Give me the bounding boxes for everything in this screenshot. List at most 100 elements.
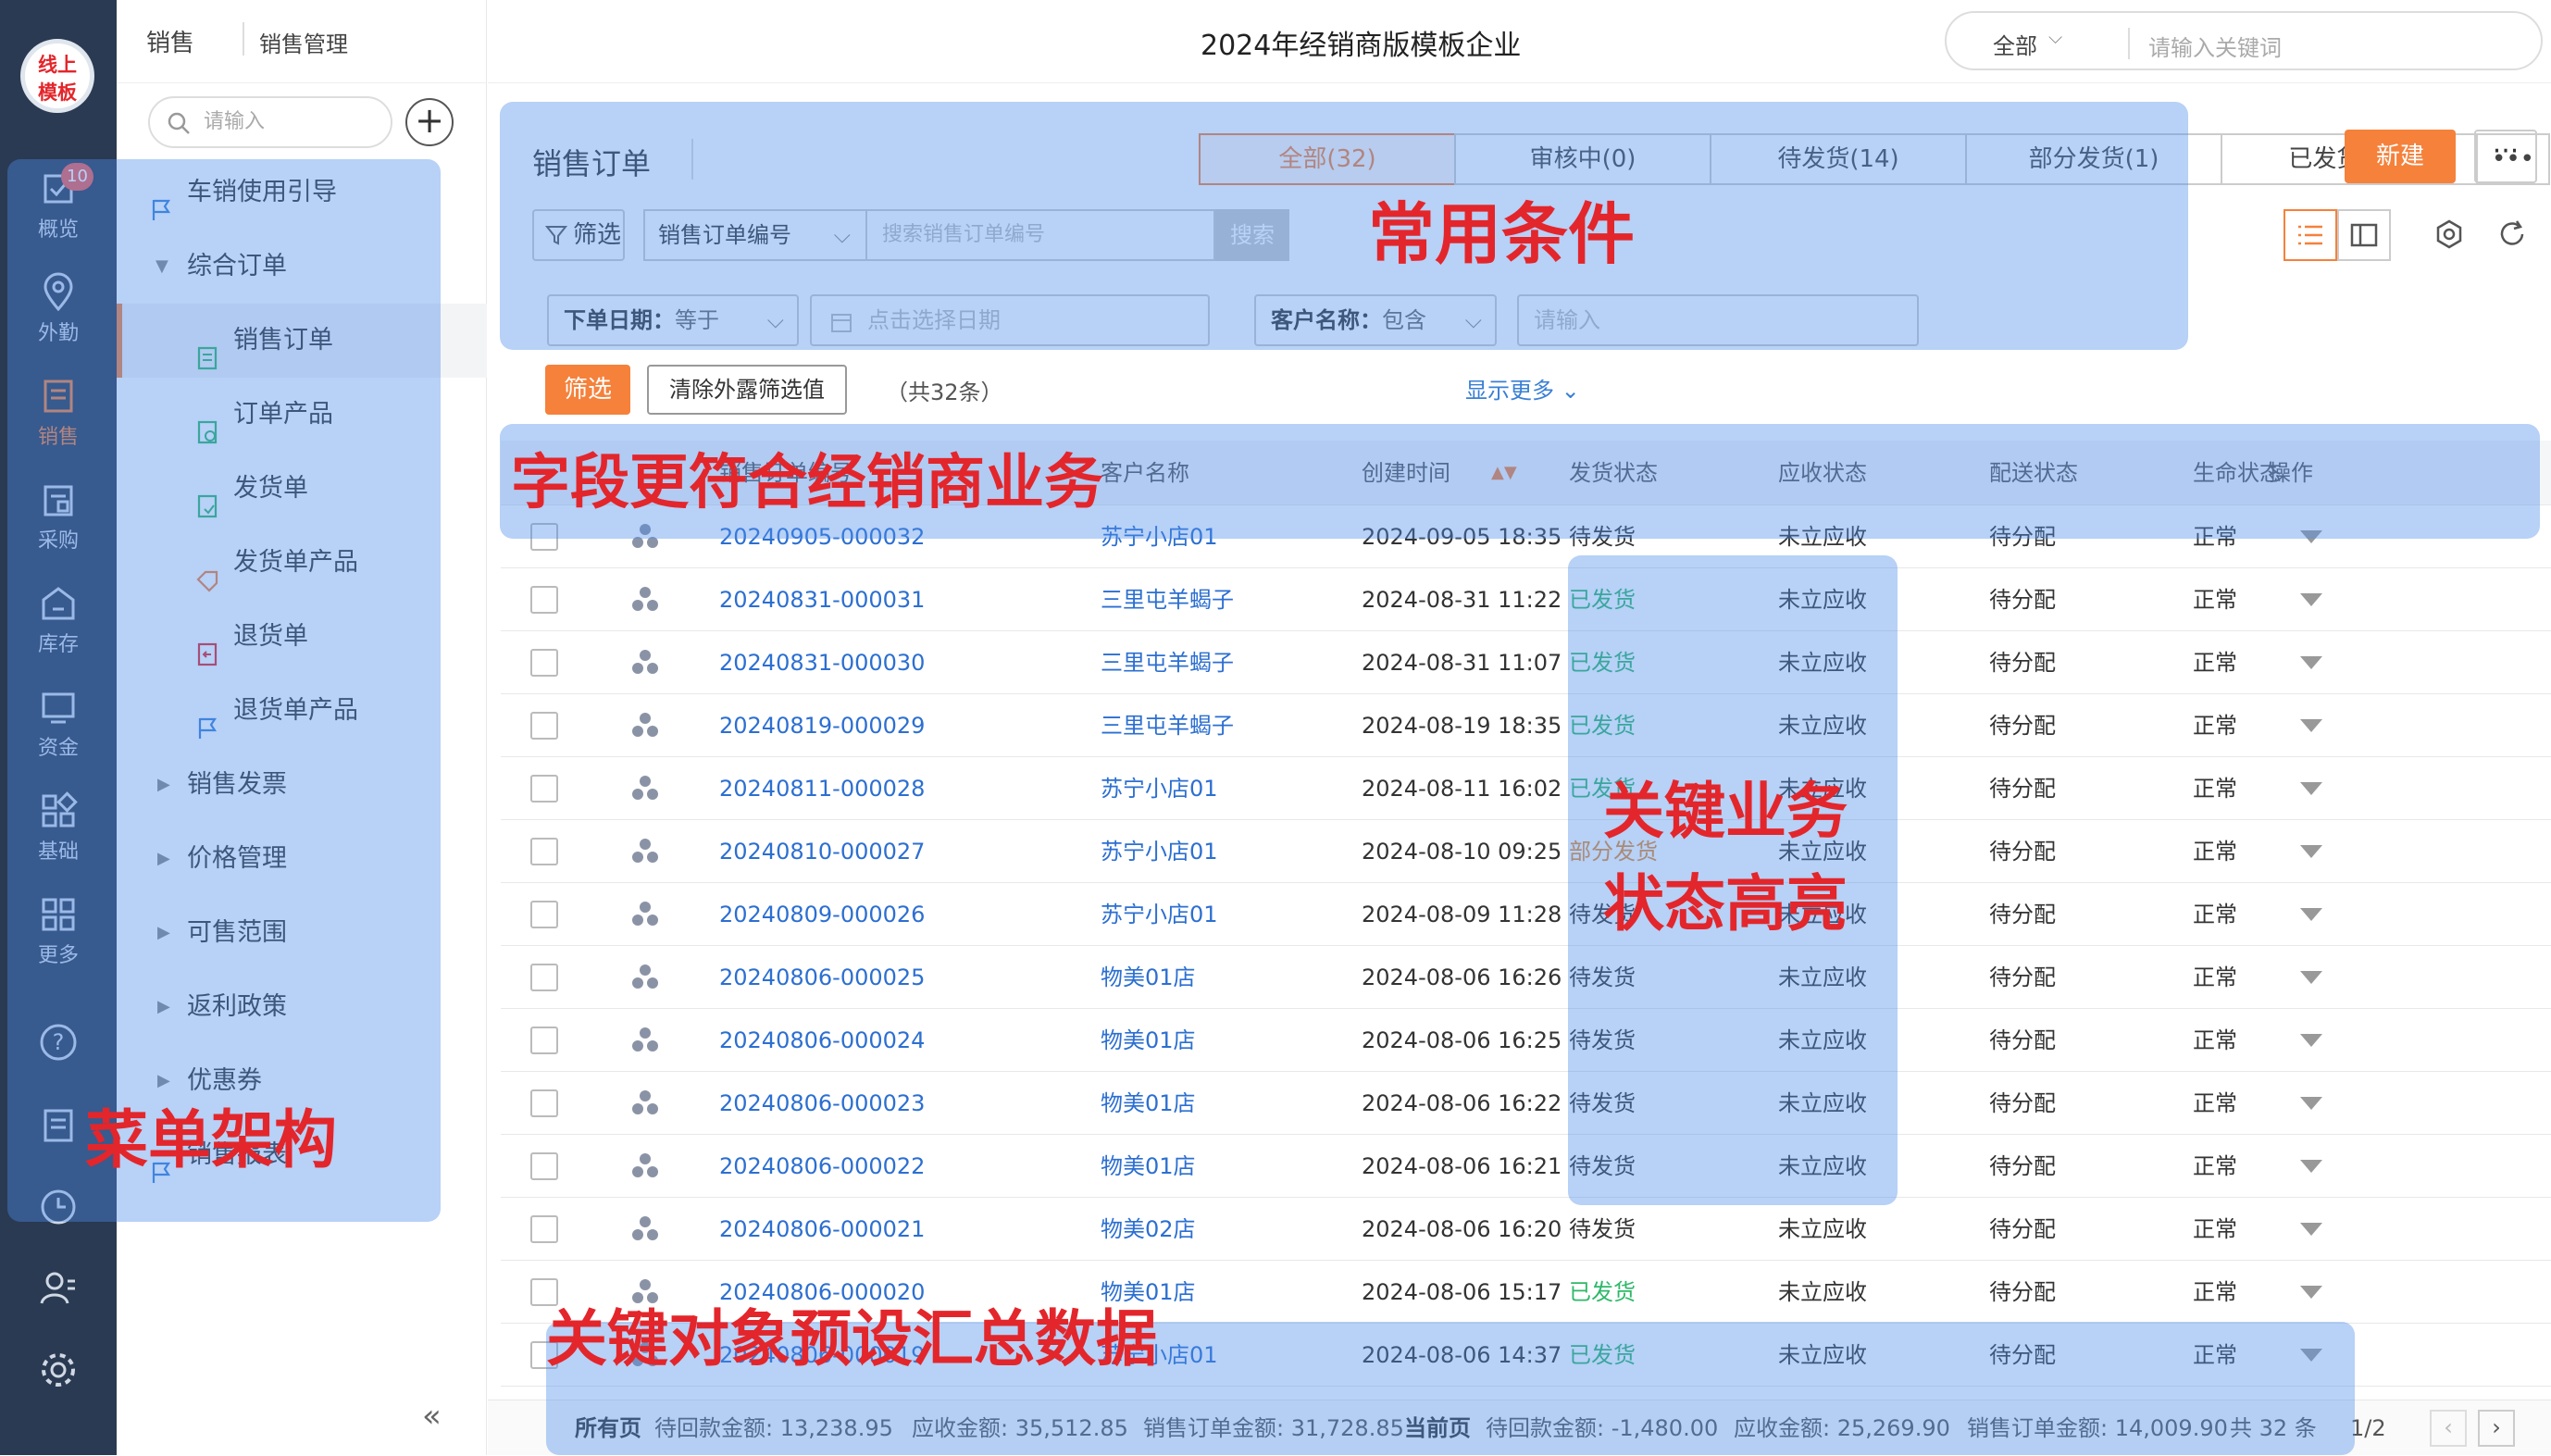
row-action-dropdown-icon[interactable] [2300, 1286, 2322, 1299]
row-action-dropdown-icon[interactable] [2300, 1034, 2322, 1047]
customer-name[interactable]: 物美01店 [1101, 1072, 1196, 1135]
row-checkbox[interactable] [530, 1152, 558, 1180]
breadcrumb-sales[interactable]: 销售 [146, 24, 194, 58]
annotation-status-line1: 关键业务 [1603, 776, 1848, 847]
table-row[interactable]: 20240806-000021 物美02店 2024-08-06 16:20 待发货 未… [501, 1198, 2551, 1261]
table-row[interactable]: 20240809-000026 苏宁小店01 2024-08-09 11:28 待发货… [501, 883, 2551, 946]
menu-search-input[interactable]: 请输入 [148, 96, 392, 148]
company-logo[interactable]: 线上 模板 [20, 39, 94, 113]
new-order-button[interactable]: 新建 [2345, 130, 2456, 183]
refresh-icon[interactable] [2496, 218, 2528, 254]
row-checkbox[interactable] [530, 649, 558, 677]
breadcrumb-sales-management[interactable]: 销售管理 [259, 26, 348, 58]
row-checkbox[interactable] [530, 712, 558, 740]
life-status: 正常 [2193, 839, 2237, 865]
row-action-dropdown-icon[interactable] [2300, 656, 2322, 669]
row-checkbox[interactable] [530, 1089, 558, 1117]
row-action-dropdown-icon[interactable] [2300, 845, 2322, 858]
order-number[interactable]: 20240819-000029 [719, 694, 925, 757]
receivable-status: 未立应收 [1778, 1216, 1867, 1242]
table-row[interactable]: 20240831-000030 三里屯羊蝎子 2024-08-31 11:07 已发货… [501, 631, 2551, 694]
row-action-dropdown-icon[interactable] [2300, 593, 2322, 606]
split-view-icon [2350, 223, 2378, 247]
row-action-dropdown-icon[interactable] [2300, 1097, 2322, 1110]
menu-search-placeholder: 请输入 [204, 110, 266, 133]
table-row[interactable]: 20240806-000023 物美01店 2024-08-06 16:22 待发货未… [501, 1072, 2551, 1135]
order-number[interactable]: 20240806-000025 [719, 946, 925, 1009]
next-page-button[interactable]: › [2478, 1410, 2515, 1447]
annotation-common-conditions: 常用条件 [1368, 195, 1636, 273]
row-checkbox[interactable] [530, 901, 558, 928]
customer-name[interactable]: 三里屯羊蝎子 [1101, 631, 1234, 694]
row-checkbox[interactable] [530, 1215, 558, 1243]
delivery-status: 待分配 [1989, 839, 2056, 865]
settings-icon[interactable] [2433, 218, 2465, 254]
page-indicator[interactable]: 1/2 [2350, 1400, 2386, 1456]
show-more-label: 显示更多 [1465, 378, 1554, 404]
order-number[interactable]: 20240811-000028 [719, 757, 925, 820]
customer-name[interactable]: 苏宁小店01 [1101, 820, 1218, 883]
list-view-icon [2298, 225, 2322, 245]
row-checkbox[interactable] [530, 1027, 558, 1054]
receivable-status: 未立应收 [1778, 1279, 1867, 1305]
table-row[interactable]: 20240806-000025 物美01店 2024-08-06 16:26 待发货未… [501, 946, 2551, 1009]
table-row[interactable]: 20240811-000028 苏宁小店01 2024-08-11 16:02 已发货… [501, 757, 2551, 820]
customer-name[interactable]: 苏宁小店01 [1101, 757, 1218, 820]
settings-gear-icon[interactable] [0, 1337, 117, 1437]
customer-name[interactable]: 苏宁小店01 [1101, 883, 1218, 946]
row-checkbox[interactable] [530, 838, 558, 865]
search-icon [168, 112, 190, 134]
global-search[interactable]: 全部 ⌵ 请输入关键词 [1945, 11, 2543, 70]
row-action-dropdown-icon[interactable] [2300, 782, 2322, 795]
row-action-dropdown-icon[interactable] [2300, 1160, 2322, 1173]
more-actions-button[interactable]: ··· [2474, 130, 2537, 183]
table-row[interactable]: 20240819-000029 三里屯羊蝎子 2024-08-19 18:35 已发货… [501, 694, 2551, 757]
customer-name[interactable]: 物美01店 [1101, 1009, 1196, 1072]
order-number[interactable]: 20240806-000021 [719, 1198, 925, 1261]
show-more-link[interactable]: 显示更多 ⌄ [1465, 372, 1580, 404]
table-row[interactable]: 20240806-000024 物美01店 2024-08-06 16:25 待发货未… [501, 1009, 2551, 1072]
order-number[interactable]: 20240806-000023 [719, 1072, 925, 1135]
annotation-menu-architecture: 菜单架构 [85, 1104, 338, 1177]
order-number[interactable]: 20240809-000026 [719, 883, 925, 946]
prev-page-button[interactable]: ‹ [2430, 1410, 2467, 1447]
row-action-dropdown-icon[interactable] [2300, 971, 2322, 984]
breadcrumb: 销售 销售管理 [117, 0, 487, 83]
search-scope-select[interactable]: 全部 [1993, 28, 2037, 60]
row-action-dropdown-icon[interactable] [2300, 908, 2322, 921]
table-row[interactable]: 20240810-000027 苏宁小店01 2024-08-10 09:25 部分发… [501, 820, 2551, 883]
clear-filter-button[interactable]: 清除外露筛选值 [647, 365, 847, 415]
add-menu-button[interactable]: + [405, 98, 454, 146]
order-number[interactable]: 20240810-000027 [719, 820, 925, 883]
row-checkbox[interactable] [530, 775, 558, 803]
life-status: 正常 [2193, 964, 2237, 990]
created-time: 2024-08-06 16:26 [1362, 964, 1562, 990]
table-row[interactable]: 20240831-000031 三里屯羊蝎子 2024-08-31 11:22 已发货… [501, 568, 2551, 631]
customer-name[interactable]: 三里屯羊蝎子 [1101, 568, 1234, 631]
order-number[interactable]: 20240831-000031 [719, 568, 925, 631]
order-number[interactable]: 20240806-000024 [719, 1009, 925, 1072]
table-row[interactable]: 20240806-000022 物美01店 2024-08-06 16:21 待发货未… [501, 1135, 2551, 1198]
row-checkbox[interactable] [530, 964, 558, 991]
group-icon [628, 1135, 662, 1198]
row-action-dropdown-icon[interactable] [2300, 1223, 2322, 1236]
group-icon [628, 946, 662, 1009]
row-action-dropdown-icon[interactable] [2300, 719, 2322, 732]
customer-name[interactable]: 物美01店 [1101, 946, 1196, 1009]
customer-name[interactable]: 物美02店 [1101, 1198, 1196, 1261]
annotation-highlight-conditions [500, 102, 2188, 350]
row-checkbox[interactable] [530, 586, 558, 614]
group-icon [628, 757, 662, 820]
customer-name[interactable]: 物美01店 [1101, 1135, 1196, 1198]
customer-name[interactable]: 三里屯羊蝎子 [1101, 694, 1234, 757]
group-icon [628, 631, 662, 694]
created-time: 2024-08-06 16:25 [1362, 1027, 1562, 1053]
group-icon [628, 1072, 662, 1135]
order-number[interactable]: 20240806-000022 [719, 1135, 925, 1198]
order-number[interactable]: 20240831-000030 [719, 631, 925, 694]
list-view-button[interactable] [2283, 209, 2337, 261]
company-name: 2024年经销商版模板企业 [1201, 30, 1522, 62]
split-view-button[interactable] [2337, 209, 2391, 261]
collapse-sidebar-icon[interactable]: « [422, 1398, 442, 1435]
apply-filter-button[interactable]: 筛选 [545, 365, 630, 415]
